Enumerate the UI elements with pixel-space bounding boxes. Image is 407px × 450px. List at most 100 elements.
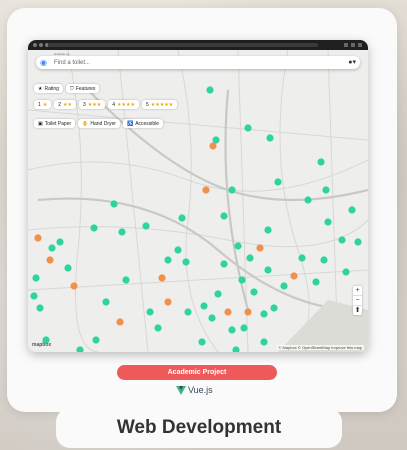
toilet-marker[interactable] (182, 258, 190, 266)
toilet-marker[interactable] (256, 244, 264, 252)
toilet-marker[interactable] (92, 336, 100, 344)
category-caption: Web Development (56, 408, 342, 448)
toilet-paper-filter[interactable]: ▣ Toilet Paper (34, 119, 76, 128)
toilet-marker[interactable] (348, 206, 356, 214)
toilet-marker[interactable] (46, 256, 54, 264)
toilet-marker[interactable] (122, 276, 130, 284)
rating-option-5[interactable]: 5 ★★★★★ (141, 100, 178, 109)
rating-number: 2 (58, 101, 62, 108)
browser-topbar (28, 40, 368, 50)
mapbox-logo: mapbox (32, 342, 52, 348)
vue-logo: Vue.js (176, 385, 213, 395)
toilet-marker[interactable] (154, 324, 162, 332)
toilet-marker[interactable] (338, 236, 346, 244)
toilet-marker[interactable] (324, 218, 332, 226)
toilet-marker[interactable] (36, 304, 44, 312)
map-attribution[interactable]: © Mapbox © OpenStreetMap Improve this ma… (276, 345, 364, 350)
toilet-marker[interactable] (342, 268, 350, 276)
compass-button[interactable]: ⬆ (353, 306, 362, 315)
toilet-marker[interactable] (64, 264, 72, 272)
toilet-marker[interactable] (232, 346, 240, 352)
toilet-marker[interactable] (246, 254, 254, 262)
toilet-marker[interactable] (250, 288, 258, 296)
toilet-marker[interactable] (48, 244, 56, 252)
rating-option-2[interactable]: 2 ★★ (54, 100, 77, 109)
toilet-marker[interactable] (228, 186, 236, 194)
toilet-marker[interactable] (142, 222, 150, 230)
toilet-marker[interactable] (214, 290, 222, 298)
star-icon: ★ (38, 85, 43, 92)
features-filter-button[interactable]: ⛉ Features (65, 84, 100, 93)
toilet-marker[interactable] (208, 314, 216, 322)
toilet-marker[interactable] (174, 246, 182, 254)
toilet-marker[interactable] (178, 214, 186, 222)
toilet-marker[interactable] (198, 338, 206, 346)
toilet-marker[interactable] (280, 282, 288, 290)
zoom-control: + − ⬆ (353, 286, 362, 315)
toilet-marker[interactable] (264, 266, 272, 274)
rating-option-1[interactable]: 1 ★ (34, 100, 52, 109)
toilet-marker[interactable] (220, 212, 228, 220)
hand-dryer-filter[interactable]: ✋ Hand Dryer (78, 119, 120, 128)
toilet-marker[interactable] (30, 292, 38, 300)
toilet-marker[interactable] (317, 158, 325, 166)
toilet-marker[interactable] (234, 242, 242, 250)
search-input[interactable]: Find a toilet... (54, 60, 90, 66)
toilet-marker[interactable] (312, 278, 320, 286)
rating-option-3[interactable]: 3 ★★★ (79, 100, 106, 109)
toilet-marker[interactable] (76, 346, 84, 352)
toilet-marker[interactable] (260, 310, 268, 318)
toilet-marker[interactable] (270, 304, 278, 312)
window-dots (33, 43, 49, 47)
toilet-marker[interactable] (116, 318, 124, 326)
rating-stars: ★★ (63, 101, 73, 108)
toilet-marker[interactable] (32, 274, 40, 282)
toilet-marker[interactable] (228, 326, 236, 334)
rating-stars: ★★★★★ (150, 101, 174, 108)
toilet-marker[interactable] (290, 272, 298, 280)
toilet-marker[interactable] (34, 234, 42, 242)
toilet-marker[interactable] (206, 86, 214, 94)
toilet-marker[interactable] (164, 298, 172, 306)
toilet-marker[interactable] (322, 186, 330, 194)
toilet-marker[interactable] (260, 338, 268, 346)
toilet-marker[interactable] (274, 178, 282, 186)
toilet-marker[interactable] (56, 238, 64, 246)
toilet-marker[interactable] (200, 302, 208, 310)
search-bar[interactable]: findtoilet.sg ◉ Find a toilet... ●▾ (36, 52, 360, 69)
toilet-marker[interactable] (202, 186, 210, 194)
accessible-filter[interactable]: ♿ Accessible (122, 119, 164, 128)
toilet-marker[interactable] (224, 308, 232, 316)
toilet-marker[interactable] (264, 226, 272, 234)
toilet-marker[interactable] (244, 124, 252, 132)
toilet-marker[interactable] (90, 224, 98, 232)
toilet-marker[interactable] (110, 200, 118, 208)
toilet-marker[interactable] (209, 142, 217, 150)
toilet-marker[interactable] (266, 134, 274, 142)
toilet-marker[interactable] (220, 260, 228, 268)
toilet-marker[interactable] (146, 308, 154, 316)
toilet-marker[interactable] (102, 298, 110, 306)
toilet-marker[interactable] (118, 228, 126, 236)
toilet-marker[interactable] (304, 196, 312, 204)
toilet-marker[interactable] (320, 256, 328, 264)
academic-project-badge: Academic Project (117, 365, 277, 380)
toilet-marker[interactable] (298, 254, 306, 262)
toilet-marker[interactable] (164, 256, 172, 264)
toilet-marker[interactable] (244, 308, 252, 316)
toilet-marker[interactable] (354, 238, 362, 246)
toilet-marker[interactable] (184, 308, 192, 316)
rating-option-4[interactable]: 4 ★★★★ (108, 100, 139, 109)
location-pin-icon: ◉ (40, 57, 47, 67)
url-bar (48, 43, 318, 47)
map-view[interactable] (28, 50, 368, 352)
zoom-out-button[interactable]: − (353, 296, 362, 306)
account-circle-icon[interactable]: ●▾ (348, 58, 356, 66)
zoom-in-button[interactable]: + (353, 286, 362, 296)
toilet-marker[interactable] (240, 324, 248, 332)
toilet-marker[interactable] (238, 276, 246, 284)
toilet-marker[interactable] (158, 274, 166, 282)
rating-filter-button[interactable]: ★ Rating (34, 84, 63, 93)
shield-icon: ⛉ (69, 85, 74, 92)
toilet-marker[interactable] (70, 282, 78, 290)
